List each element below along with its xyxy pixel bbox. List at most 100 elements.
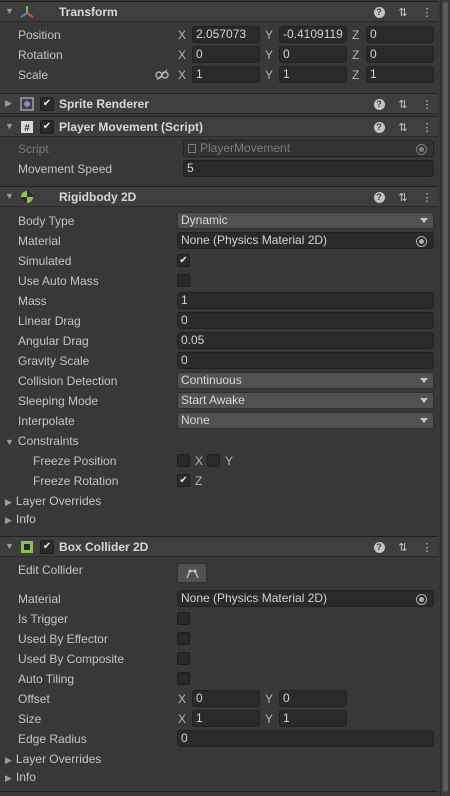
rotation-label: Rotation: [18, 48, 63, 62]
object-picker-icon[interactable]: [416, 236, 427, 247]
axis-x-label[interactable]: X: [178, 692, 186, 706]
presets-icon[interactable]: ⇅: [396, 97, 410, 111]
fold-arrow-icon[interactable]: ▼: [5, 121, 14, 131]
used-by-effector-checkbox[interactable]: [177, 632, 190, 645]
axis-y-label[interactable]: Y: [265, 48, 273, 62]
position-x-field[interactable]: 2.057073: [192, 26, 260, 43]
fold-arrow-icon[interactable]: ▶: [5, 98, 12, 109]
position-z-field[interactable]: 0: [366, 26, 434, 43]
presets-icon[interactable]: ⇅: [396, 540, 410, 554]
axis-y-label[interactable]: Y: [265, 68, 273, 82]
body-type-value: Dynamic: [181, 213, 228, 227]
scale-x-field[interactable]: 1: [192, 66, 260, 83]
kebab-menu-icon[interactable]: ⋮: [420, 540, 434, 554]
constraints-toggle[interactable]: ▼ Constraints: [5, 434, 79, 448]
offset-x-field[interactable]: 0: [192, 690, 260, 707]
help-icon[interactable]: ?: [372, 190, 386, 204]
help-icon[interactable]: ?: [372, 120, 386, 134]
auto-tiling-row: Auto Tiling: [0, 669, 438, 689]
axis-x-label[interactable]: X: [178, 712, 186, 726]
presets-icon[interactable]: ⇅: [396, 190, 410, 204]
material-value: None (Physics Material 2D): [181, 233, 328, 247]
rotation-x-field[interactable]: 0: [192, 46, 260, 63]
freeze-position-y-checkbox[interactable]: [207, 454, 220, 467]
is-trigger-checkbox[interactable]: [177, 612, 190, 625]
sleeping-mode-dropdown[interactable]: Start Awake: [177, 392, 434, 409]
player-movement-header[interactable]: ▼ # ✔ Player Movement (Script) ? ⇅ ⋮: [0, 116, 438, 137]
edge-radius-label: Edge Radius: [18, 732, 87, 746]
scrollbar-thumb[interactable]: [443, 2, 448, 792]
movement-speed-field[interactable]: 5: [183, 160, 434, 177]
collider-info-foldout[interactable]: ▶ Info: [0, 767, 438, 787]
linear-drag-field[interactable]: 0: [177, 312, 434, 329]
size-y-field[interactable]: 1: [279, 710, 347, 727]
gravity-scale-field[interactable]: 0: [177, 352, 434, 369]
collider-layer-overrides-toggle[interactable]: ▶ Layer Overrides: [5, 752, 101, 766]
info-toggle[interactable]: ▶ Info: [5, 512, 36, 526]
sprite-renderer-header[interactable]: ▶ ✔ Sprite Renderer ? ⇅ ⋮: [0, 93, 438, 114]
edit-collider-button[interactable]: [177, 563, 207, 583]
layer-overrides-toggle[interactable]: ▶ Layer Overrides: [5, 494, 101, 508]
kebab-menu-icon[interactable]: ⋮: [420, 97, 434, 111]
interpolate-dropdown[interactable]: None: [177, 412, 434, 429]
kebab-menu-icon[interactable]: ⋮: [420, 120, 434, 134]
auto-tiling-label: Auto Tiling: [18, 672, 75, 686]
axis-y-label[interactable]: Y: [265, 28, 273, 42]
size-x-field[interactable]: 1: [192, 710, 260, 727]
fold-arrow-icon[interactable]: ▼: [5, 191, 14, 201]
constraints-foldout[interactable]: ▼ Constraints: [0, 431, 438, 451]
box-collider-header[interactable]: ▼ ✔ Box Collider 2D ? ⇅ ⋮: [0, 536, 438, 557]
collider-info-toggle[interactable]: ▶ Info: [5, 770, 36, 784]
axis-y-label[interactable]: Y: [265, 712, 273, 726]
used-by-composite-checkbox[interactable]: [177, 652, 190, 665]
use-auto-mass-checkbox[interactable]: [177, 274, 190, 287]
collision-detection-dropdown[interactable]: Continuous: [177, 372, 434, 389]
axis-z-label[interactable]: Z: [352, 28, 359, 42]
axis-x-label[interactable]: X: [178, 28, 186, 42]
rotation-y-field[interactable]: 0: [279, 46, 347, 63]
collider-layer-overrides-foldout[interactable]: ▶ Layer Overrides: [0, 749, 438, 769]
mass-field[interactable]: 1: [177, 292, 434, 309]
axis-x-label[interactable]: X: [178, 68, 186, 82]
simulated-checkbox[interactable]: ✔: [177, 254, 190, 267]
freeze-position-x-checkbox[interactable]: [177, 454, 190, 467]
kebab-menu-icon[interactable]: ⋮: [420, 190, 434, 204]
fold-arrow-icon[interactable]: ▼: [5, 541, 14, 551]
component-enabled-checkbox[interactable]: ✔: [40, 97, 54, 111]
fold-arrow-icon[interactable]: ▼: [5, 6, 14, 16]
angular-drag-field[interactable]: 0.05: [177, 332, 434, 349]
layer-overrides-foldout[interactable]: ▶ Layer Overrides: [0, 491, 438, 511]
help-icon[interactable]: ?: [372, 540, 386, 554]
freeze-rotation-z-checkbox[interactable]: ✔: [177, 474, 190, 487]
collider-material-field[interactable]: None (Physics Material 2D): [177, 590, 434, 607]
axis-z-label[interactable]: Z: [352, 48, 359, 62]
scale-y-field[interactable]: 1: [279, 66, 347, 83]
transform-header[interactable]: ▼ Transform ? ⇅ ⋮: [0, 1, 438, 22]
edge-radius-field[interactable]: 0: [177, 730, 434, 747]
scale-z-field[interactable]: 1: [366, 66, 434, 83]
axis-x-label[interactable]: X: [178, 48, 186, 62]
object-picker-icon[interactable]: [416, 594, 427, 605]
help-icon[interactable]: ?: [372, 97, 386, 111]
component-enabled-checkbox[interactable]: ✔: [40, 540, 54, 554]
offset-y-field[interactable]: 0: [279, 690, 347, 707]
help-icon[interactable]: ?: [372, 5, 386, 19]
position-y-field[interactable]: -0.4109119: [279, 26, 347, 43]
axis-z-label[interactable]: Z: [352, 68, 359, 82]
link-icon[interactable]: [155, 69, 169, 81]
body-type-dropdown[interactable]: Dynamic: [177, 212, 434, 229]
axis-y-label[interactable]: Y: [265, 692, 273, 706]
presets-icon[interactable]: ⇅: [396, 120, 410, 134]
fold-arrow-icon: ▶: [5, 515, 12, 525]
presets-icon[interactable]: ⇅: [396, 5, 410, 19]
rigidbody-header[interactable]: ▼ Rigidbody 2D ? ⇅ ⋮: [0, 186, 438, 207]
size-row: Size X 1 Y 1: [0, 709, 438, 729]
rotation-z-field[interactable]: 0: [366, 46, 434, 63]
kebab-menu-icon[interactable]: ⋮: [420, 5, 434, 19]
material-field[interactable]: None (Physics Material 2D): [177, 232, 434, 249]
divider: [0, 791, 438, 792]
vertical-scrollbar[interactable]: [440, 0, 450, 796]
info-foldout[interactable]: ▶ Info: [0, 509, 438, 529]
auto-tiling-checkbox[interactable]: [177, 672, 190, 685]
component-enabled-checkbox[interactable]: ✔: [40, 120, 54, 134]
